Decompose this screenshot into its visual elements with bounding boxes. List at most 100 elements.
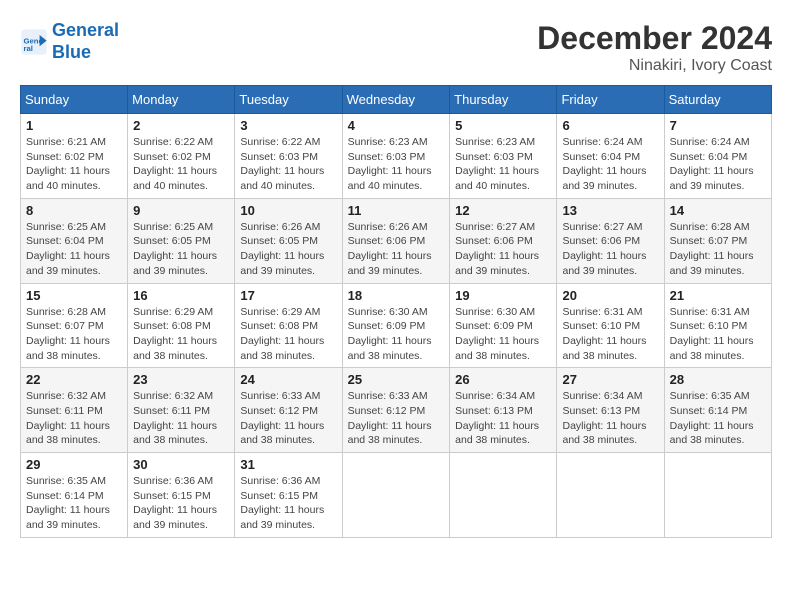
table-row: 2 Sunrise: 6:22 AMSunset: 6:02 PMDayligh… [128, 114, 235, 199]
day-info: Sunrise: 6:30 AMSunset: 6:09 PMDaylight:… [348, 305, 445, 364]
table-row: 23 Sunrise: 6:32 AMSunset: 6:11 PMDaylig… [128, 368, 235, 453]
table-row: 8 Sunrise: 6:25 AMSunset: 6:04 PMDayligh… [21, 198, 128, 283]
calendar-table: Sunday Monday Tuesday Wednesday Thursday… [20, 85, 772, 538]
day-info: Sunrise: 6:23 AMSunset: 6:03 PMDaylight:… [455, 135, 551, 194]
day-number: 12 [455, 203, 551, 218]
day-info: Sunrise: 6:36 AMSunset: 6:15 PMDaylight:… [133, 474, 229, 533]
table-row: 22 Sunrise: 6:32 AMSunset: 6:11 PMDaylig… [21, 368, 128, 453]
table-row: 18 Sunrise: 6:30 AMSunset: 6:09 PMDaylig… [342, 283, 450, 368]
day-info: Sunrise: 6:28 AMSunset: 6:07 PMDaylight:… [26, 305, 122, 364]
table-row: 3 Sunrise: 6:22 AMSunset: 6:03 PMDayligh… [235, 114, 342, 199]
table-row: 29 Sunrise: 6:35 AMSunset: 6:14 PMDaylig… [21, 453, 128, 538]
day-info: Sunrise: 6:26 AMSunset: 6:05 PMDaylight:… [240, 220, 336, 279]
day-info: Sunrise: 6:26 AMSunset: 6:06 PMDaylight:… [348, 220, 445, 279]
table-row: 4 Sunrise: 6:23 AMSunset: 6:03 PMDayligh… [342, 114, 450, 199]
day-number: 11 [348, 203, 445, 218]
calendar-week-5: 29 Sunrise: 6:35 AMSunset: 6:14 PMDaylig… [21, 453, 772, 538]
day-number: 31 [240, 457, 336, 472]
table-row: 24 Sunrise: 6:33 AMSunset: 6:12 PMDaylig… [235, 368, 342, 453]
day-info: Sunrise: 6:27 AMSunset: 6:06 PMDaylight:… [455, 220, 551, 279]
col-wednesday: Wednesday [342, 86, 450, 114]
table-row: 10 Sunrise: 6:26 AMSunset: 6:05 PMDaylig… [235, 198, 342, 283]
calendar-week-4: 22 Sunrise: 6:32 AMSunset: 6:11 PMDaylig… [21, 368, 772, 453]
table-row: 12 Sunrise: 6:27 AMSunset: 6:06 PMDaylig… [450, 198, 557, 283]
day-number: 17 [240, 288, 336, 303]
day-info: Sunrise: 6:35 AMSunset: 6:14 PMDaylight:… [26, 474, 122, 533]
col-saturday: Saturday [664, 86, 771, 114]
table-row: 11 Sunrise: 6:26 AMSunset: 6:06 PMDaylig… [342, 198, 450, 283]
day-number: 4 [348, 118, 445, 133]
day-info: Sunrise: 6:34 AMSunset: 6:13 PMDaylight:… [455, 389, 551, 448]
day-number: 20 [562, 288, 658, 303]
day-number: 26 [455, 372, 551, 387]
day-info: Sunrise: 6:31 AMSunset: 6:10 PMDaylight:… [670, 305, 766, 364]
day-number: 29 [26, 457, 122, 472]
day-number: 2 [133, 118, 229, 133]
day-info: Sunrise: 6:25 AMSunset: 6:05 PMDaylight:… [133, 220, 229, 279]
table-row: 21 Sunrise: 6:31 AMSunset: 6:10 PMDaylig… [664, 283, 771, 368]
table-row: 9 Sunrise: 6:25 AMSunset: 6:05 PMDayligh… [128, 198, 235, 283]
day-info: Sunrise: 6:24 AMSunset: 6:04 PMDaylight:… [562, 135, 658, 194]
day-number: 3 [240, 118, 336, 133]
day-info: Sunrise: 6:33 AMSunset: 6:12 PMDaylight:… [348, 389, 445, 448]
day-number: 18 [348, 288, 445, 303]
table-row: 28 Sunrise: 6:35 AMSunset: 6:14 PMDaylig… [664, 368, 771, 453]
table-row: 26 Sunrise: 6:34 AMSunset: 6:13 PMDaylig… [450, 368, 557, 453]
day-number: 9 [133, 203, 229, 218]
table-row: 6 Sunrise: 6:24 AMSunset: 6:04 PMDayligh… [557, 114, 664, 199]
day-number: 16 [133, 288, 229, 303]
col-friday: Friday [557, 86, 664, 114]
day-number: 30 [133, 457, 229, 472]
title-area: December 2024 Ninakiri, Ivory Coast [537, 20, 772, 75]
day-info: Sunrise: 6:32 AMSunset: 6:11 PMDaylight:… [26, 389, 122, 448]
day-info: Sunrise: 6:28 AMSunset: 6:07 PMDaylight:… [670, 220, 766, 279]
calendar-week-1: 1 Sunrise: 6:21 AMSunset: 6:02 PMDayligh… [21, 114, 772, 199]
table-row: 19 Sunrise: 6:30 AMSunset: 6:09 PMDaylig… [450, 283, 557, 368]
day-info: Sunrise: 6:29 AMSunset: 6:08 PMDaylight:… [240, 305, 336, 364]
day-number: 28 [670, 372, 766, 387]
table-row: 5 Sunrise: 6:23 AMSunset: 6:03 PMDayligh… [450, 114, 557, 199]
table-row: 13 Sunrise: 6:27 AMSunset: 6:06 PMDaylig… [557, 198, 664, 283]
day-number: 25 [348, 372, 445, 387]
day-number: 24 [240, 372, 336, 387]
month-title: December 2024 [537, 20, 772, 57]
col-monday: Monday [128, 86, 235, 114]
day-number: 5 [455, 118, 551, 133]
table-row [664, 453, 771, 538]
table-row: 17 Sunrise: 6:29 AMSunset: 6:08 PMDaylig… [235, 283, 342, 368]
day-info: Sunrise: 6:34 AMSunset: 6:13 PMDaylight:… [562, 389, 658, 448]
day-info: Sunrise: 6:23 AMSunset: 6:03 PMDaylight:… [348, 135, 445, 194]
day-number: 19 [455, 288, 551, 303]
day-number: 10 [240, 203, 336, 218]
day-info: Sunrise: 6:29 AMSunset: 6:08 PMDaylight:… [133, 305, 229, 364]
logo-line2: Blue [52, 42, 91, 62]
table-row [557, 453, 664, 538]
day-number: 6 [562, 118, 658, 133]
table-row [342, 453, 450, 538]
day-info: Sunrise: 6:21 AMSunset: 6:02 PMDaylight:… [26, 135, 122, 194]
logo-icon: Gene- ral [20, 28, 48, 56]
day-info: Sunrise: 6:25 AMSunset: 6:04 PMDaylight:… [26, 220, 122, 279]
day-info: Sunrise: 6:27 AMSunset: 6:06 PMDaylight:… [562, 220, 658, 279]
day-info: Sunrise: 6:22 AMSunset: 6:02 PMDaylight:… [133, 135, 229, 194]
day-number: 27 [562, 372, 658, 387]
day-number: 13 [562, 203, 658, 218]
day-info: Sunrise: 6:32 AMSunset: 6:11 PMDaylight:… [133, 389, 229, 448]
day-number: 14 [670, 203, 766, 218]
day-number: 15 [26, 288, 122, 303]
day-number: 7 [670, 118, 766, 133]
location-title: Ninakiri, Ivory Coast [537, 57, 772, 75]
col-thursday: Thursday [450, 86, 557, 114]
col-tuesday: Tuesday [235, 86, 342, 114]
day-info: Sunrise: 6:24 AMSunset: 6:04 PMDaylight:… [670, 135, 766, 194]
table-row: 1 Sunrise: 6:21 AMSunset: 6:02 PMDayligh… [21, 114, 128, 199]
table-row: 31 Sunrise: 6:36 AMSunset: 6:15 PMDaylig… [235, 453, 342, 538]
day-info: Sunrise: 6:36 AMSunset: 6:15 PMDaylight:… [240, 474, 336, 533]
calendar-week-3: 15 Sunrise: 6:28 AMSunset: 6:07 PMDaylig… [21, 283, 772, 368]
header: Gene- ral General Blue December 2024 Nin… [20, 20, 772, 75]
day-info: Sunrise: 6:31 AMSunset: 6:10 PMDaylight:… [562, 305, 658, 364]
day-info: Sunrise: 6:30 AMSunset: 6:09 PMDaylight:… [455, 305, 551, 364]
table-row: 7 Sunrise: 6:24 AMSunset: 6:04 PMDayligh… [664, 114, 771, 199]
table-row: 15 Sunrise: 6:28 AMSunset: 6:07 PMDaylig… [21, 283, 128, 368]
logo-line1: General [52, 20, 119, 40]
